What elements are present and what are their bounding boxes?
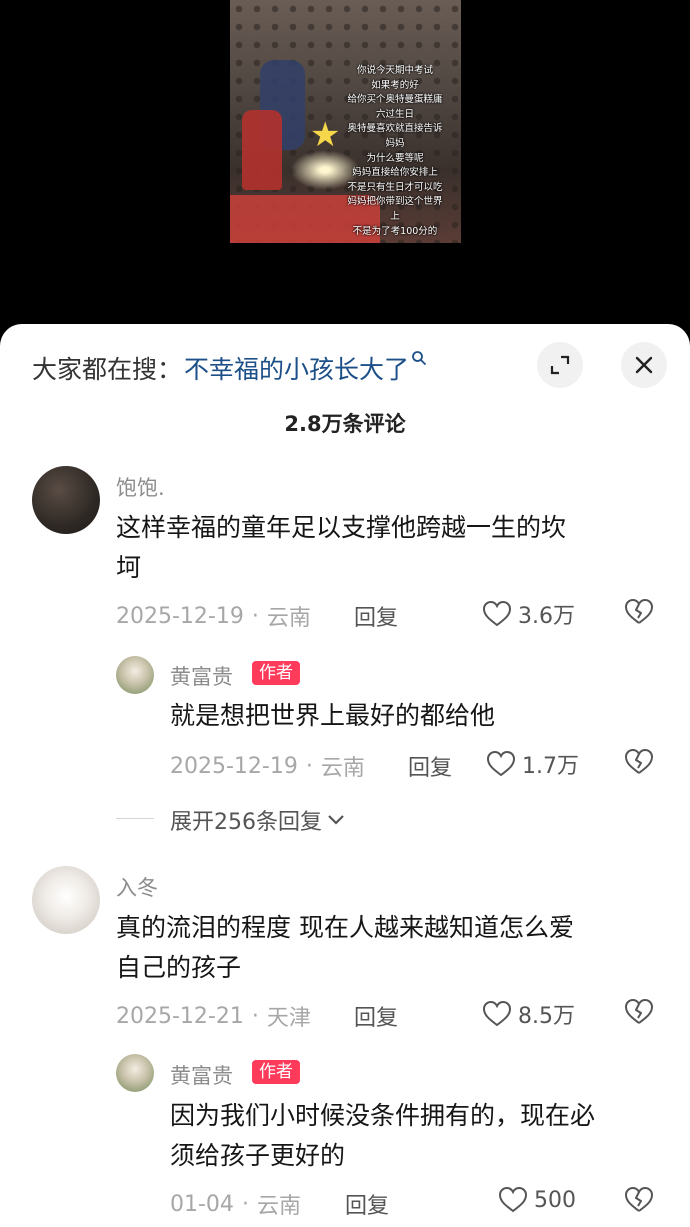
reply-text: 因为我们小时候没条件拥有的，现在必 须给孩子更好的 — [170, 1096, 670, 1176]
like-count: 500 — [534, 1187, 576, 1213]
close-button[interactable] — [621, 342, 667, 388]
caption-line: 妈妈直接给你安排上 — [352, 167, 438, 179]
comment-location: 天津 — [266, 1006, 311, 1031]
reply-location: 云南 — [256, 1194, 301, 1219]
reply-button[interactable]: 回复 — [354, 1000, 398, 1032]
broken-heart-icon — [625, 599, 653, 624]
comment-meta: 2025-12-19 · 云南 — [116, 600, 311, 632]
caption-line: 你说今天期中考试 — [356, 65, 433, 76]
meta-separator: · — [305, 753, 313, 779]
heart-icon — [482, 600, 512, 627]
reply-text: 就是想把世界上最好的都给他 — [170, 701, 496, 730]
heart-icon — [486, 750, 516, 777]
expand-divider — [116, 818, 154, 819]
dislike-button[interactable] — [624, 1186, 654, 1218]
chevron-down-icon — [328, 815, 344, 825]
comment-username[interactable]: 饱饱. — [116, 472, 165, 502]
avatar[interactable] — [32, 466, 100, 534]
toy-figure-red — [242, 110, 282, 190]
comment-date: 2025-12-19 — [116, 603, 244, 629]
caption-line: 为什么要等呢 — [366, 152, 424, 164]
like-button[interactable]: 3.6万 — [482, 598, 575, 630]
like-button[interactable]: 500 — [498, 1186, 576, 1214]
caption-line: 给你买个奥特曼蛋糕庸 — [347, 94, 443, 106]
comment-location: 云南 — [266, 606, 311, 631]
caption-line: 奥特曼喜欢就直接告诉 — [347, 123, 443, 135]
author-badge: 作者 — [252, 1060, 300, 1084]
comment-text: 真的流泪的程度 现在人越来越知道怎么爱 自己的孩子 — [116, 908, 676, 988]
caption-line: 妈妈 — [385, 137, 405, 149]
broken-heart-icon — [625, 749, 653, 774]
reply-username[interactable]: 黄富贵 — [170, 661, 233, 691]
expand-replies-button[interactable]: 展开256条回复 — [170, 804, 346, 836]
reply-meta: 01-04 · 云南 — [170, 1188, 301, 1220]
comment-username[interactable]: 入冬 — [116, 872, 158, 902]
caption-line: 妈妈把你带到这个世界 — [347, 196, 443, 208]
comment-date: 2025-12-21 — [116, 1003, 244, 1029]
comment-text: 这样幸福的童年足以支撑他跨越一生的坎 坷 — [116, 508, 656, 588]
broken-heart-icon — [625, 999, 653, 1024]
caption-line: 不是为了考100分的 — [352, 225, 438, 237]
heart-icon — [498, 1186, 528, 1213]
comment-text-line: 自己的孩子 — [116, 953, 242, 982]
comment-text-line: 坷 — [116, 553, 142, 582]
like-button[interactable]: 8.5万 — [482, 998, 575, 1030]
meta-separator: · — [251, 1003, 259, 1029]
dislike-button[interactable] — [624, 598, 654, 630]
like-count: 8.5万 — [518, 1004, 575, 1029]
expand-replies-label: 展开256条回复 — [170, 810, 322, 835]
comment-text-line: 真的流泪的程度 现在人越来越知道怎么爱 — [116, 913, 574, 942]
reply-location: 云南 — [320, 756, 365, 781]
dislike-button[interactable] — [624, 748, 654, 780]
video-player[interactable]: ★ 你说今天期中考试 如果考的好 给你买个奥特曼蛋糕庸 六过生日 奥特曼喜欢就直… — [0, 0, 690, 340]
reply-button[interactable]: 回复 — [408, 750, 452, 782]
reply-meta: 2025-12-19 · 云南 — [170, 750, 365, 782]
like-count: 1.7万 — [522, 754, 579, 779]
reply-avatar[interactable] — [116, 656, 154, 694]
broken-heart-icon — [625, 1187, 653, 1212]
caption-line: 六过生日 — [375, 108, 414, 120]
caption-line: 不是只有生日才可以吃 — [347, 181, 443, 193]
search-icon — [411, 350, 427, 370]
comment-sheet: 大家都在搜： 不幸福的小孩长大了 2.8万条评论 饱饱. 这样幸福的童年足以支撑… — [0, 324, 690, 1227]
expand-sheet-button[interactable] — [537, 342, 583, 388]
meta-separator: · — [251, 603, 259, 629]
heart-icon — [482, 1000, 512, 1027]
comment-meta: 2025-12-21 · 天津 — [116, 1000, 311, 1032]
reply-avatar[interactable] — [116, 1054, 154, 1092]
reply-text-line: 须给孩子更好的 — [170, 1141, 346, 1170]
video-frame[interactable]: ★ 你说今天期中考试 如果考的好 给你买个奥特曼蛋糕庸 六过生日 奥特曼喜欢就直… — [230, 0, 461, 243]
reply-button[interactable]: 回复 — [354, 600, 398, 632]
reply-button[interactable]: 回复 — [345, 1188, 389, 1220]
caption-line: 上 — [390, 210, 400, 222]
suggested-search-term[interactable]: 不幸福的小孩长大了 — [184, 350, 409, 386]
suggested-search[interactable]: 大家都在搜： 不幸福的小孩长大了 — [32, 351, 427, 385]
avatar[interactable] — [32, 866, 100, 934]
author-badge: 作者 — [252, 661, 300, 685]
suggested-search-label: 大家都在搜： — [32, 355, 183, 384]
caption-line: 如果考的好 — [371, 79, 419, 91]
like-count: 3.6万 — [518, 604, 575, 629]
dislike-button[interactable] — [624, 998, 654, 1030]
reply-date: 2025-12-19 — [170, 753, 298, 779]
video-caption: 你说今天期中考试 如果考的好 给你买个奥特曼蛋糕庸 六过生日 奥特曼喜欢就直接告… — [330, 64, 460, 239]
comment-text-line: 这样幸福的童年足以支撑他跨越一生的坎 — [116, 513, 567, 542]
reply-username[interactable]: 黄富贵 — [170, 1060, 233, 1090]
expand-icon — [550, 355, 570, 375]
close-icon — [635, 356, 653, 374]
reply-date: 01-04 — [170, 1191, 234, 1217]
comment-count: 2.8万条评论 — [284, 412, 406, 436]
reply-text-line: 因为我们小时候没条件拥有的，现在必 — [170, 1101, 596, 1130]
like-button[interactable]: 1.7万 — [486, 748, 579, 780]
meta-separator: · — [241, 1191, 249, 1217]
